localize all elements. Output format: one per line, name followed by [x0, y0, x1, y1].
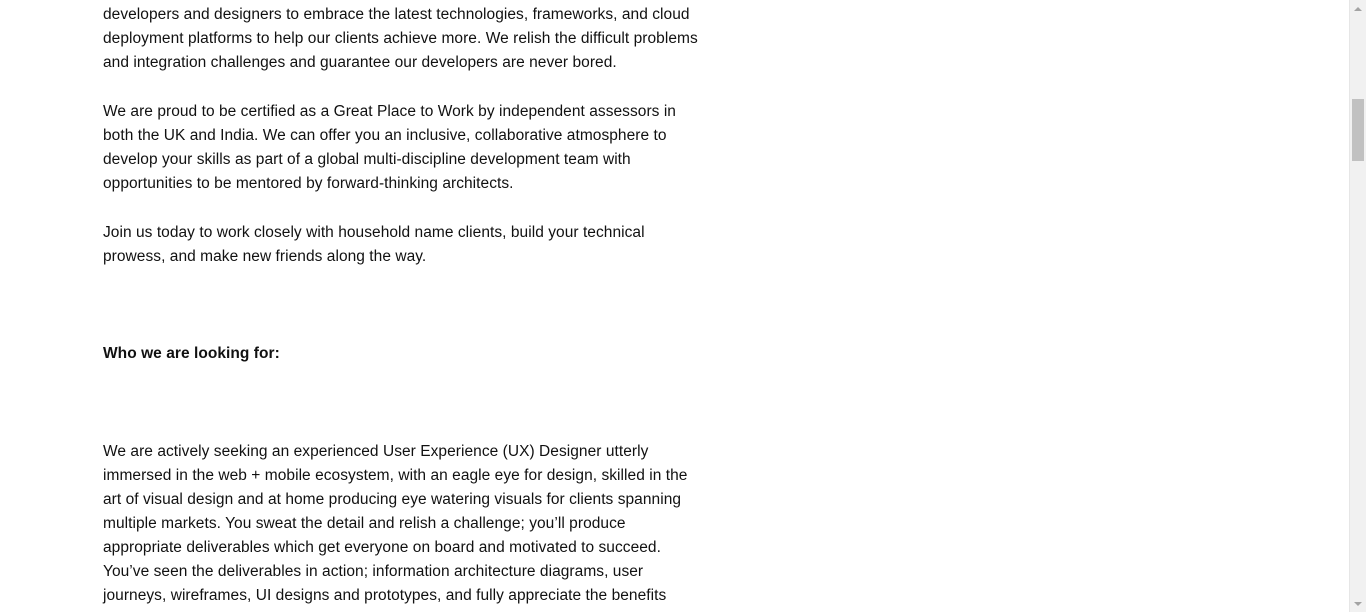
job-description: work primarily with Nonprofit and Public… [103, 0, 707, 612]
scroll-thumb[interactable] [1352, 99, 1364, 161]
scroll-down-button[interactable] [1350, 595, 1366, 612]
chevron-up-icon [1354, 6, 1362, 11]
section-heading: Who we are looking for: [103, 345, 280, 362]
great-place-paragraph: We are proud to be certified as a Great … [103, 103, 676, 192]
vertical-scrollbar[interactable] [1349, 0, 1366, 612]
chevron-down-icon [1354, 601, 1362, 606]
intro-paragraph: work primarily with Nonprofit and Public… [103, 6, 698, 71]
page-viewport: work primarily with Nonprofit and Public… [0, 0, 1349, 612]
join-us-paragraph: Join us today to work closely with house… [103, 224, 645, 265]
scroll-up-button[interactable] [1350, 0, 1366, 17]
role-paragraph: We are actively seeking an experienced U… [103, 443, 688, 604]
